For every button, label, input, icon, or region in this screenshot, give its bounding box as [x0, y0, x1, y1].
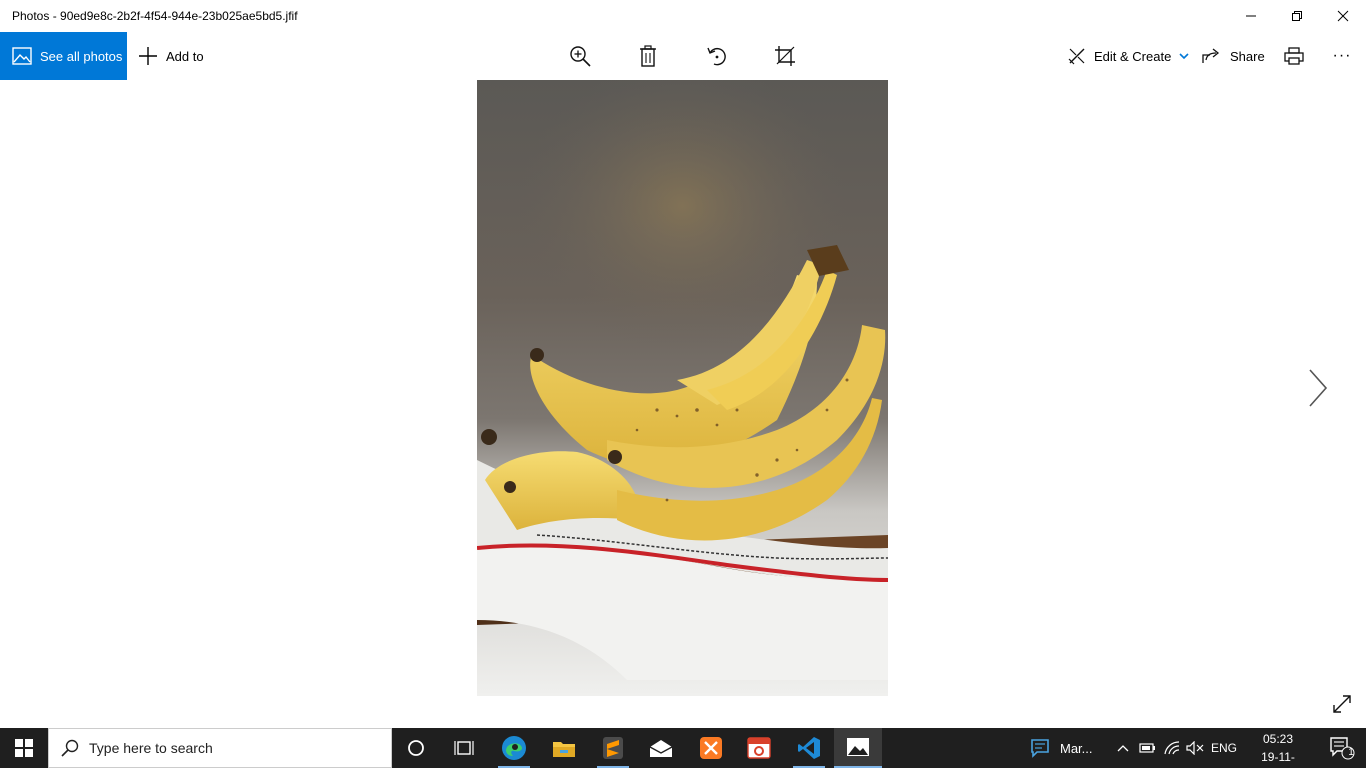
- notifications-button[interactable]: 1: [1318, 728, 1366, 768]
- print-button[interactable]: [1274, 32, 1314, 80]
- search-placeholder: Type here to search: [89, 740, 213, 756]
- folder-icon: [553, 742, 575, 757]
- taskbar-photos[interactable]: [834, 728, 882, 768]
- cortana-icon: [408, 740, 424, 756]
- volume-button[interactable]: [1184, 728, 1206, 768]
- language-indicator[interactable]: ENG: [1208, 728, 1240, 768]
- restore-icon: [1292, 11, 1302, 21]
- share-label: Share: [1230, 48, 1265, 64]
- rotate-icon: [707, 47, 726, 66]
- tray-app[interactable]: Mar...: [1030, 728, 1093, 768]
- clock[interactable]: 05:23 19-11-2022: [1250, 730, 1306, 782]
- share-icon: [1202, 48, 1220, 63]
- chevron-down-icon: [1179, 53, 1189, 60]
- windows-icon: [15, 739, 33, 757]
- zoom-icon: [570, 46, 591, 67]
- edge-icon: [502, 736, 526, 760]
- add-to-button[interactable]: Add to: [138, 32, 204, 80]
- see-all-photos-button[interactable]: See all photos: [0, 32, 127, 80]
- more-options-button[interactable]: ···: [1322, 32, 1362, 80]
- close-button[interactable]: [1320, 0, 1366, 32]
- clock-time: 05:23: [1262, 732, 1294, 746]
- app-icon: [747, 737, 771, 759]
- taskbar-search[interactable]: Type here to search: [48, 728, 392, 768]
- vscode-icon: [798, 737, 820, 759]
- expand-icon: [1333, 695, 1351, 713]
- see-all-photos-label: See all photos: [40, 48, 123, 64]
- trash-icon: [640, 45, 656, 67]
- plus-icon: [139, 47, 157, 65]
- add-to-label: Add to: [166, 48, 204, 64]
- task-view-icon: [454, 741, 474, 755]
- taskbar-xampp[interactable]: [687, 728, 735, 768]
- printer-icon: [1284, 47, 1304, 65]
- battery-button[interactable]: [1136, 728, 1158, 768]
- task-view-button[interactable]: [440, 728, 488, 768]
- mail-icon: [649, 740, 673, 757]
- crop-button[interactable]: [765, 32, 805, 80]
- fullscreen-button[interactable]: [1328, 690, 1356, 718]
- delete-button[interactable]: [628, 32, 668, 80]
- minimize-icon: [1246, 15, 1256, 17]
- speech-bubble-icon: [1031, 739, 1049, 758]
- cortana-button[interactable]: [392, 728, 440, 768]
- zoom-button[interactable]: [560, 32, 600, 80]
- taskbar-filezilla[interactable]: [735, 728, 783, 768]
- share-button[interactable]: Share: [1202, 32, 1265, 80]
- taskbar-file-explorer[interactable]: [540, 728, 588, 768]
- taskbar-edge[interactable]: [490, 728, 538, 768]
- edit-create-label: Edit & Create: [1094, 48, 1172, 64]
- taskbar: Type here to search Mar... ENG 05:23 19-…: [0, 728, 1366, 782]
- notification-count: 1: [1348, 747, 1354, 758]
- banana-photo: [477, 80, 888, 696]
- displayed-photo: [477, 80, 888, 696]
- xampp-icon: [700, 737, 722, 759]
- chevron-right-icon: [1309, 369, 1328, 407]
- edit-create-button[interactable]: Edit & Create: [1068, 32, 1189, 80]
- clock-date: 19-11-2022: [1261, 750, 1295, 782]
- sublime-text-icon: [603, 737, 623, 759]
- taskbar-mail[interactable]: [637, 728, 685, 768]
- window-title: Photos - 90ed9e8c-2b2f-4f54-944e-23b025a…: [12, 9, 298, 23]
- search-icon: [61, 739, 79, 757]
- next-photo-button[interactable]: [1300, 366, 1336, 410]
- show-hidden-icons-button[interactable]: [1113, 728, 1133, 768]
- crop-icon: [775, 46, 795, 66]
- network-button[interactable]: [1160, 728, 1184, 768]
- close-icon: [1337, 10, 1349, 22]
- restore-button[interactable]: [1274, 0, 1320, 32]
- taskbar-vscode[interactable]: [785, 728, 833, 768]
- taskbar-sublime[interactable]: [589, 728, 637, 768]
- wifi-icon: [1164, 741, 1180, 755]
- photos-icon: [12, 47, 32, 65]
- photos-app-icon: [847, 738, 869, 756]
- tray-app-label: Mar...: [1060, 740, 1093, 756]
- battery-icon: [1139, 743, 1155, 753]
- title-bar: Photos - 90ed9e8c-2b2f-4f54-944e-23b025a…: [0, 0, 1366, 32]
- edit-icon: [1068, 48, 1085, 65]
- minimize-button[interactable]: [1228, 0, 1274, 32]
- chevron-up-icon: [1117, 745, 1129, 752]
- rotate-button[interactable]: [697, 32, 737, 80]
- start-button[interactable]: [0, 728, 48, 768]
- toolbar: See all photos Add to Edit & Create Shar…: [0, 32, 1366, 80]
- volume-muted-icon: [1186, 741, 1204, 755]
